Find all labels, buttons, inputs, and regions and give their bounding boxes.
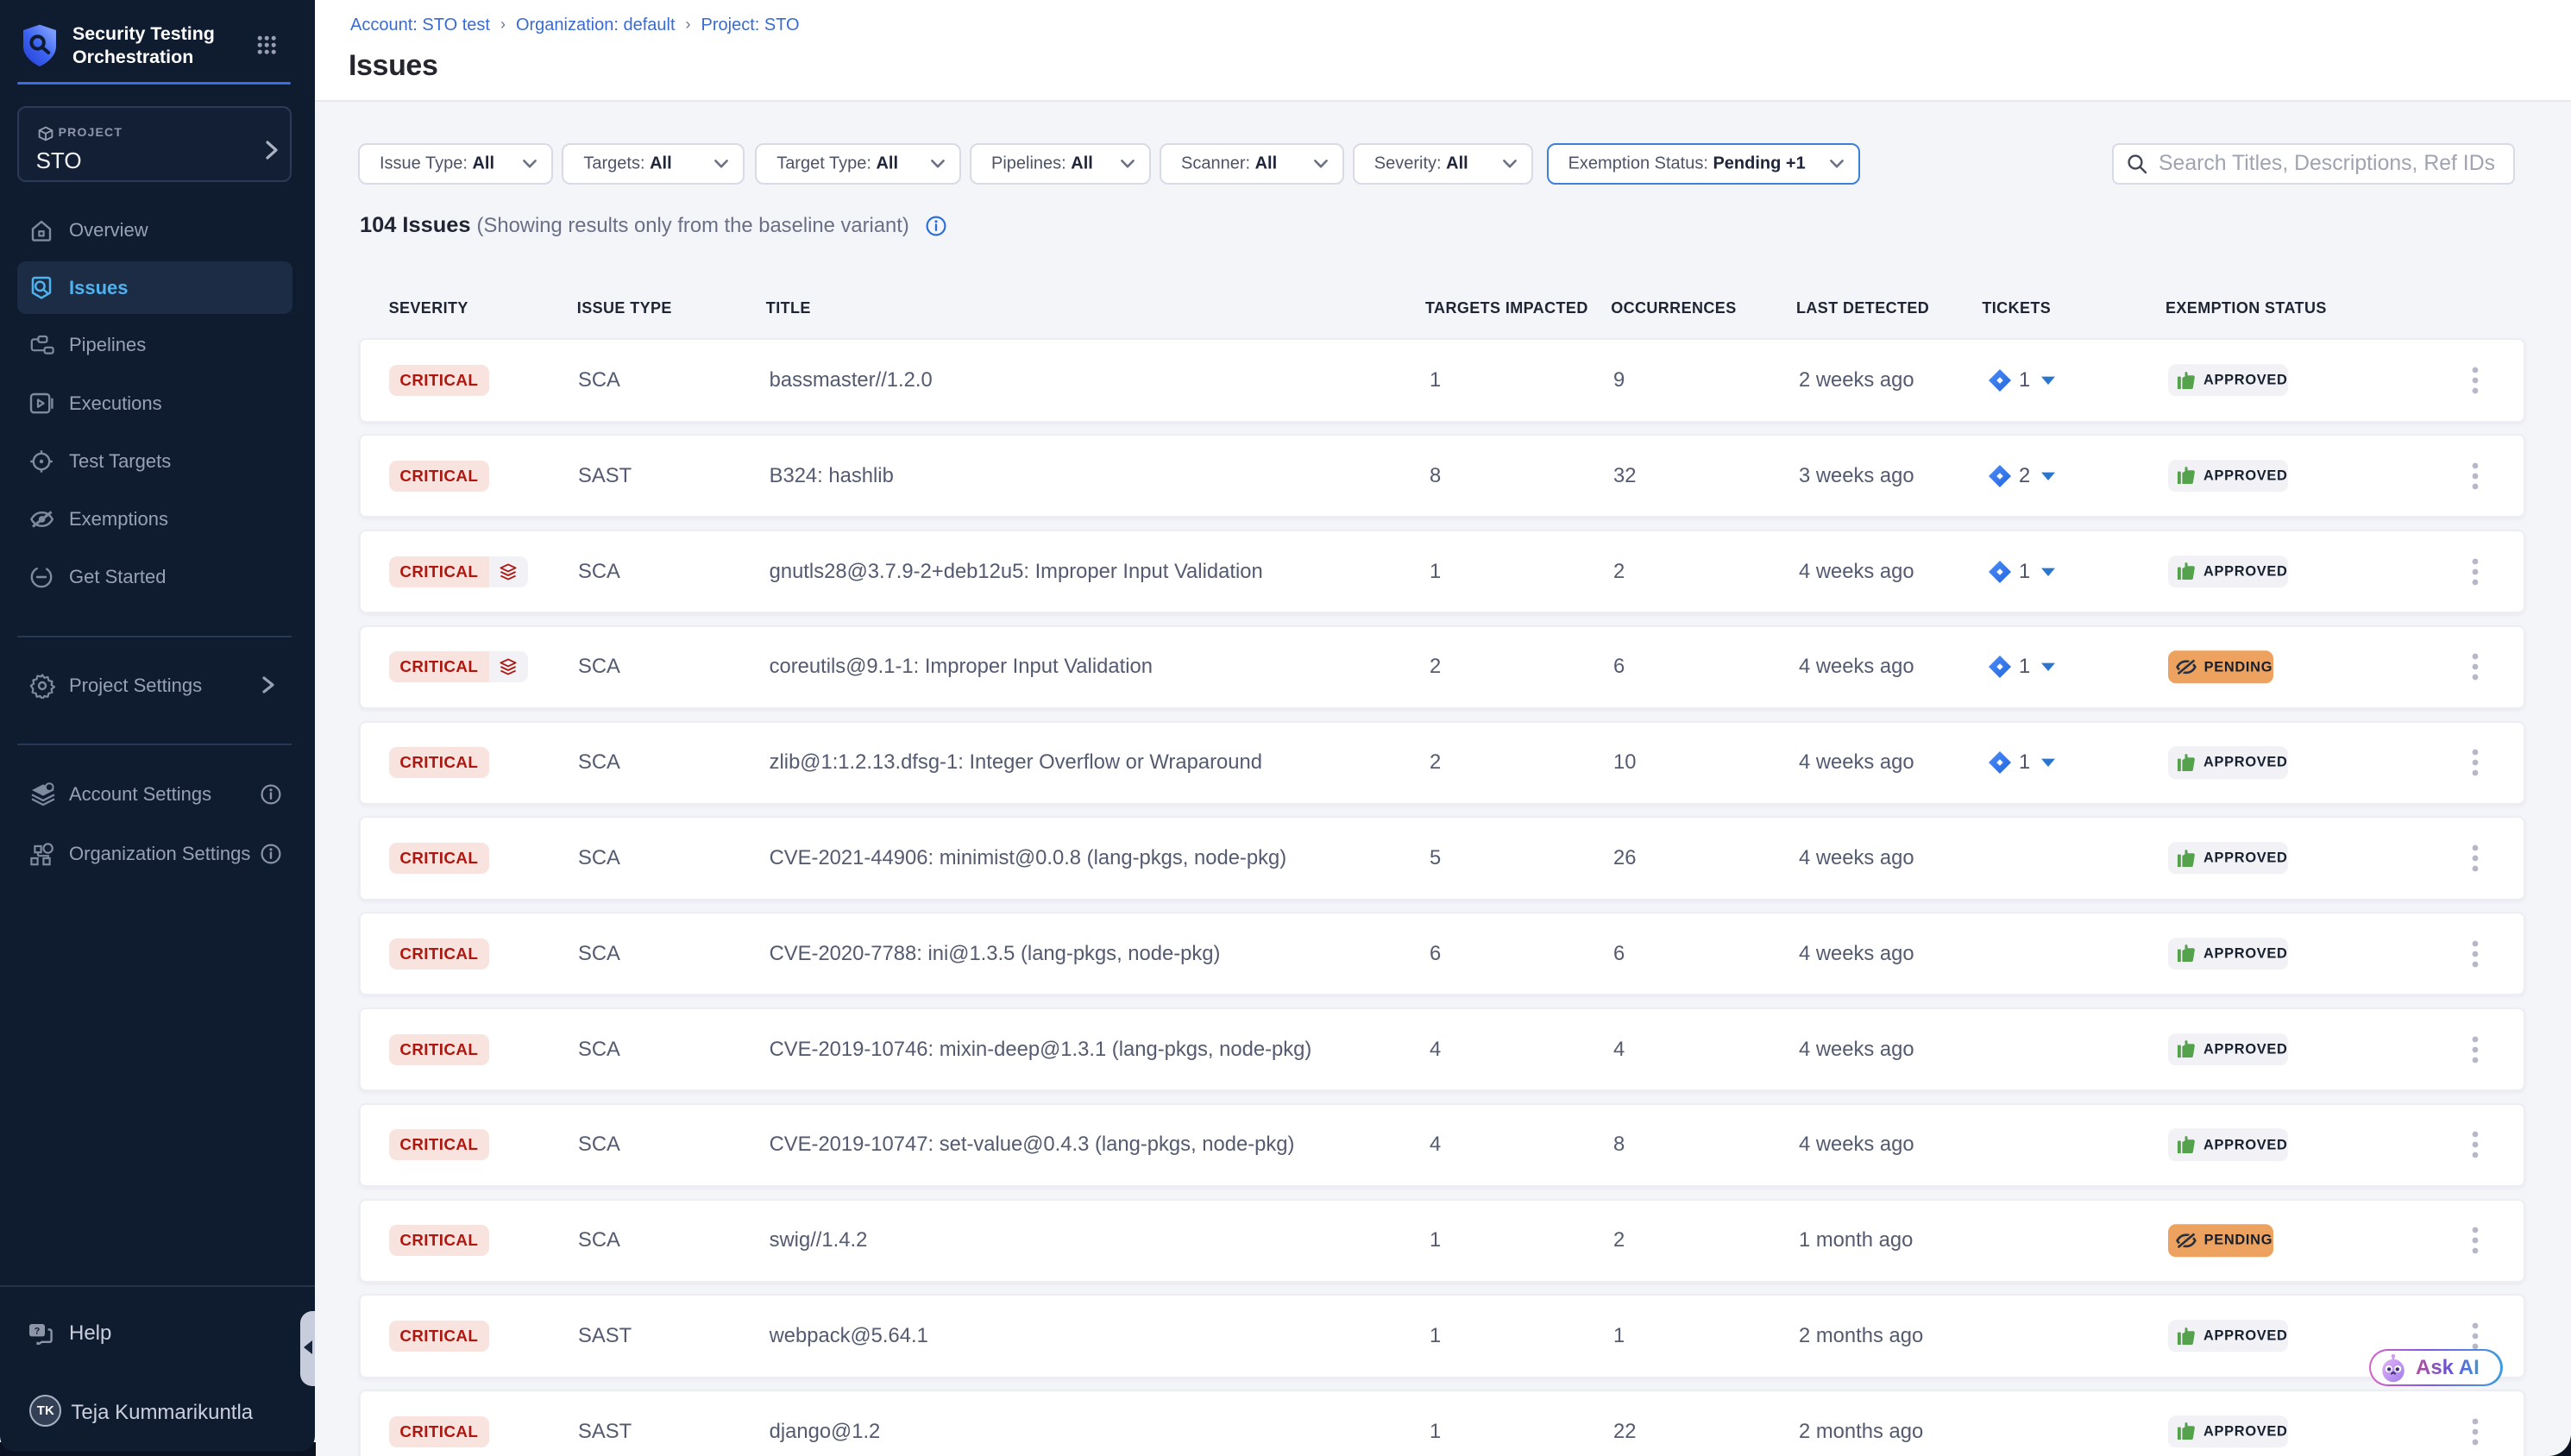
svg-text:?: ? [35,1327,41,1337]
